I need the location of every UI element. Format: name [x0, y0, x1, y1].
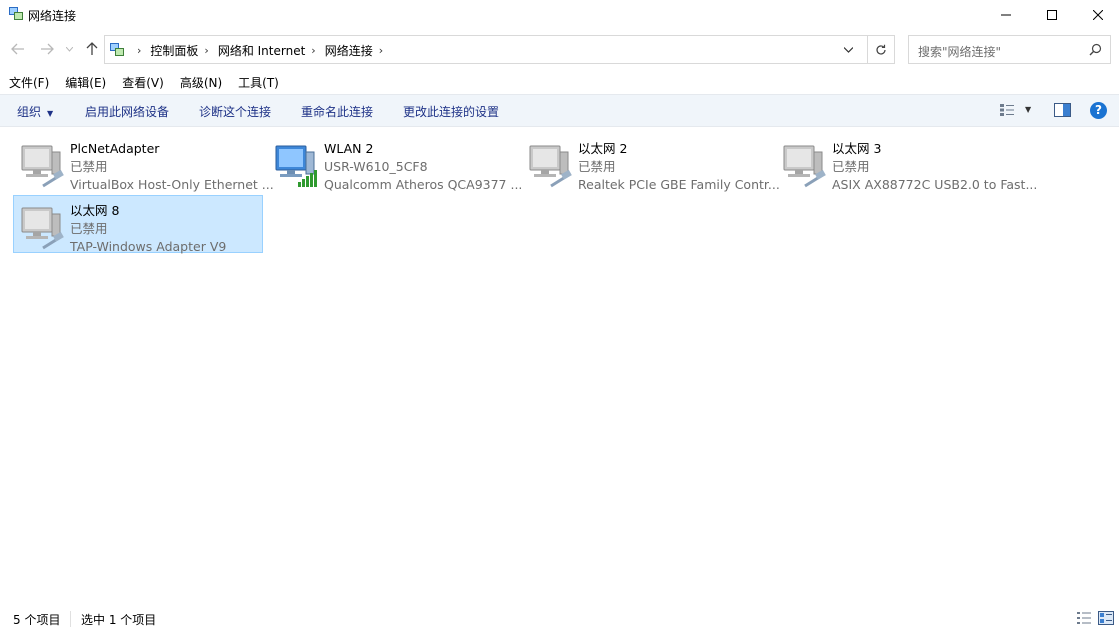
connection-device: Realtek PCIe GBE Family Contr...: [578, 177, 780, 192]
search-icon[interactable]: [1089, 43, 1102, 56]
connection-item[interactable]: PlcNetAdapter 已禁用 VirtualBox Host-Only E…: [13, 133, 274, 192]
chevron-down-icon: [65, 46, 73, 52]
caret-down-icon: ▼: [47, 109, 54, 118]
large-icons-view-icon[interactable]: [1098, 611, 1114, 625]
help-icon[interactable]: ?: [1090, 102, 1107, 119]
selected-count: 选中 1 个项目: [81, 613, 157, 627]
status-divider: [70, 611, 71, 627]
arrow-left-icon: [11, 43, 24, 55]
search-input[interactable]: 搜索"网络连接": [908, 35, 1111, 64]
menu-view[interactable]: 查看(V): [114, 72, 172, 94]
view-options-caret-icon[interactable]: ▼: [1025, 105, 1031, 114]
menu-advanced[interactable]: 高级(N): [172, 72, 230, 94]
breadcrumb-network-internet[interactable]: 网络和 Internet: [218, 42, 305, 59]
item-count: 5 个项目: [13, 613, 61, 627]
connection-status: 已禁用: [70, 221, 108, 236]
arrow-up-icon: [86, 42, 98, 55]
wired-adapter-disabled-icon: [21, 207, 64, 250]
preview-pane-icon[interactable]: [1054, 103, 1071, 117]
connection-device: VirtualBox Host-Only Ethernet ...: [70, 177, 274, 192]
rename-button[interactable]: 重命名此连接: [301, 103, 373, 120]
connection-item[interactable]: WLAN 2 USR-W610_5CF8 Qualcomm Atheros QC…: [267, 133, 522, 192]
organize-button[interactable]: 组织 ▼: [17, 103, 53, 120]
change-settings-button[interactable]: 更改此连接的设置: [403, 103, 499, 120]
chevron-down-icon: [843, 46, 853, 53]
connections-list: PlcNetAdapter 已禁用 VirtualBox Host-Only E…: [0, 127, 1119, 597]
search-placeholder: 搜索"网络连接": [918, 45, 1002, 59]
connection-status: 已禁用: [70, 159, 108, 174]
connection-status: USR-W610_5CF8: [324, 159, 428, 174]
connection-name: 以太网 2: [578, 141, 628, 156]
window-title: 网络连接: [28, 9, 77, 23]
close-icon: [1093, 10, 1103, 20]
status-bar: 5 个项目 选中 1 个项目: [0, 607, 1119, 631]
enable-device-button[interactable]: 启用此网络设备: [85, 103, 169, 120]
refresh-button[interactable]: [867, 35, 895, 64]
minimize-button[interactable]: [983, 0, 1029, 30]
back-button[interactable]: [8, 39, 28, 59]
diagnose-button[interactable]: 诊断这个连接: [199, 103, 271, 120]
wired-adapter-disabled-icon: [21, 145, 64, 188]
maximize-icon: [1047, 10, 1057, 20]
title-bar: 网络连接: [0, 0, 1119, 30]
breadcrumb-separator-icon[interactable]: ›: [137, 44, 141, 57]
wired-adapter-disabled-icon: [783, 145, 826, 188]
organize-label: 组织: [17, 105, 42, 119]
breadcrumb-separator-icon[interactable]: ›: [204, 44, 208, 57]
breadcrumb-control-panel[interactable]: 控制面板: [150, 42, 198, 59]
arrow-right-icon: [41, 43, 54, 55]
connection-item[interactable]: 以太网 2 已禁用 Realtek PCIe GBE Family Contr.…: [521, 133, 780, 192]
close-button[interactable]: [1075, 0, 1119, 30]
up-button[interactable]: [82, 39, 102, 59]
breadcrumb-network-connections[interactable]: 网络连接: [325, 42, 373, 59]
connection-name: 以太网 3: [832, 141, 882, 156]
connection-status: 已禁用: [578, 159, 616, 174]
change-view-icon[interactable]: [999, 103, 1015, 117]
wireless-adapter-icon: [275, 145, 317, 187]
menu-file[interactable]: 文件(F): [0, 72, 57, 94]
connection-item[interactable]: 以太网 3 已禁用 ASIX AX88772C USB2.0 to Fast..…: [775, 133, 1037, 192]
wired-adapter-disabled-icon: [529, 145, 572, 188]
connection-device: ASIX AX88772C USB2.0 to Fast...: [832, 177, 1038, 192]
connection-name: PlcNetAdapter: [70, 141, 160, 156]
forward-button[interactable]: [37, 39, 57, 59]
maximize-button[interactable]: [1029, 0, 1075, 30]
address-bar[interactable]: › 控制面板 › 网络和 Internet › 网络连接 ›: [104, 35, 895, 64]
address-history-button[interactable]: [835, 36, 861, 63]
breadcrumb: › 控制面板 › 网络和 Internet › 网络连接 ›: [131, 42, 392, 59]
menu-tools[interactable]: 工具(T): [230, 72, 287, 94]
details-view-icon[interactable]: [1076, 611, 1092, 625]
menu-bar: 文件(F) 编辑(E) 查看(V) 高级(N) 工具(T): [0, 72, 1119, 94]
address-row: › 控制面板 › 网络和 Internet › 网络连接 › 搜索"网络连接": [0, 30, 1119, 68]
connection-item-selected[interactable]: 以太网 8 已禁用 TAP-Windows Adapter V9: [13, 195, 263, 254]
connection-device: Qualcomm Atheros QCA9377 ...: [324, 177, 523, 192]
network-connections-icon: [9, 7, 23, 20]
breadcrumb-separator-icon[interactable]: ›: [311, 44, 315, 57]
connection-name: WLAN 2: [324, 141, 374, 156]
recent-locations-button[interactable]: [62, 39, 76, 59]
connection-name: 以太网 8: [70, 203, 120, 218]
connection-status: 已禁用: [832, 159, 870, 174]
menu-edit[interactable]: 编辑(E): [57, 72, 114, 94]
minimize-icon: [1001, 14, 1011, 16]
connection-device: TAP-Windows Adapter V9: [70, 239, 227, 254]
refresh-icon: [876, 44, 886, 55]
breadcrumb-separator-icon[interactable]: ›: [379, 44, 383, 57]
network-location-icon: [110, 43, 124, 56]
command-bar: 组织 ▼ 启用此网络设备 诊断这个连接 重命名此连接 更改此连接的设置 ▼ ?: [0, 94, 1119, 127]
